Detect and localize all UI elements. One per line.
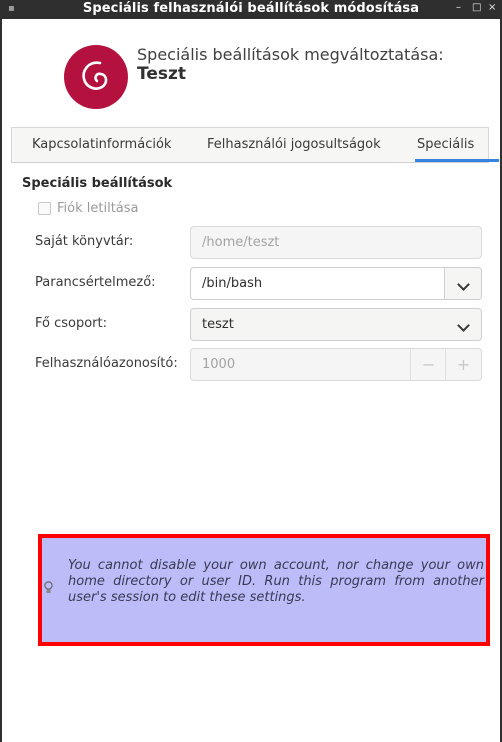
group-value: teszt bbox=[202, 317, 234, 332]
tab-bar: Kapcsolatinformációk Felhasználói jogosu… bbox=[11, 127, 499, 163]
uid-spinbutton: 1000 − + bbox=[190, 348, 482, 381]
shell-value[interactable]: /bin/bash bbox=[202, 276, 262, 291]
uid-label: Felhasználóazonosító: bbox=[35, 356, 178, 371]
warning-highlight-outline bbox=[38, 534, 490, 646]
header-label: Speciális beállítások megváltoztatása: bbox=[137, 45, 444, 64]
title-bar: ▪ Speciális felhasználói beállítások mód… bbox=[0, 0, 502, 19]
header-username: Teszt bbox=[137, 64, 187, 84]
uid-increment-button: + bbox=[445, 349, 481, 380]
active-tab-indicator bbox=[415, 159, 499, 162]
tab-user-privileges[interactable]: Felhasználói jogosultságok bbox=[207, 137, 381, 152]
disable-account-checkbox[interactable] bbox=[38, 202, 51, 215]
shell-dropdown-button[interactable] bbox=[444, 268, 481, 299]
shell-combo-entry[interactable]: /bin/bash bbox=[190, 267, 482, 300]
window-frame-left bbox=[0, 19, 2, 742]
group-dropdown[interactable]: teszt bbox=[190, 308, 482, 341]
home-dir-field: /home/teszt bbox=[190, 226, 482, 259]
home-dir-label: Saját könyvtár: bbox=[35, 234, 134, 249]
tab-contact-info[interactable]: Kapcsolatinformációk bbox=[32, 137, 171, 152]
chevron-down-icon bbox=[457, 278, 470, 291]
chevron-down-icon bbox=[457, 319, 470, 332]
section-title: Speciális beállítások bbox=[22, 176, 173, 191]
tab-advanced[interactable]: Speciális bbox=[417, 137, 474, 152]
debian-swirl-icon bbox=[64, 45, 128, 109]
shell-label: Parancsértelmező: bbox=[35, 275, 156, 290]
uid-decrement-button: − bbox=[410, 349, 446, 380]
maximize-button[interactable]: □ bbox=[472, 2, 481, 13]
window-title: Speciális felhasználói beállítások módos… bbox=[82, 1, 420, 16]
minimize-button[interactable]: – bbox=[456, 2, 461, 13]
uid-value: 1000 bbox=[202, 357, 236, 372]
close-button[interactable]: × bbox=[488, 2, 496, 13]
group-label: Fő csoport: bbox=[35, 316, 108, 331]
disable-account-label: Fiók letiltása bbox=[57, 201, 139, 216]
